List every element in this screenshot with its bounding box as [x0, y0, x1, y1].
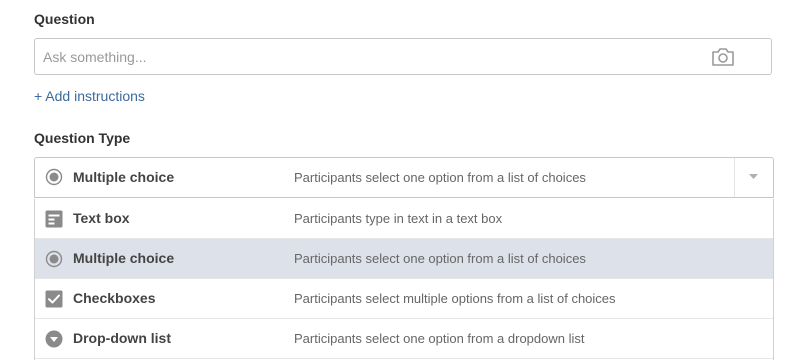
menu-item-label: Text box — [73, 210, 130, 226]
menu-item-checkboxes[interactable]: Checkboxes Participants select multiple … — [35, 279, 773, 319]
menu-item-description: Participants select multiple options fro… — [294, 291, 616, 306]
menu-item-label: Checkboxes — [73, 290, 156, 306]
radio-icon — [45, 250, 63, 268]
caret-down-icon — [749, 174, 758, 179]
text-box-icon — [45, 210, 63, 228]
selected-type-description: Participants select one option from a li… — [294, 170, 586, 185]
dropdown-toggle[interactable] — [734, 158, 773, 197]
question-label: Question — [34, 11, 95, 27]
dropdown-icon — [45, 330, 63, 348]
menu-item-description: Participants type in text in a text box — [294, 211, 503, 226]
selected-type-label: Multiple choice — [73, 169, 175, 185]
menu-item-description: Participants select one option from a li… — [294, 251, 586, 266]
question-field[interactable] — [34, 38, 772, 75]
question-type-label: Question Type — [34, 130, 131, 146]
checkbox-icon — [45, 290, 63, 308]
menu-item-label: Multiple choice — [73, 250, 175, 266]
menu-item-label: Drop-down list — [73, 330, 171, 346]
menu-item-drop-down-list[interactable]: Drop-down list Participants select one o… — [35, 319, 773, 359]
question-input[interactable] — [43, 39, 703, 74]
camera-icon[interactable] — [711, 47, 735, 67]
add-instructions-link[interactable]: + Add instructions — [34, 88, 145, 104]
question-type-menu: Text box Participants type in text in a … — [34, 199, 774, 360]
menu-item-text-box[interactable]: Text box Participants type in text in a … — [35, 199, 773, 239]
menu-item-description: Participants select one option from a dr… — [294, 331, 585, 346]
menu-item-multiple-choice[interactable]: Multiple choice Participants select one … — [35, 239, 773, 279]
question-type-select[interactable]: Multiple choice Participants select one … — [34, 157, 774, 198]
radio-icon — [45, 168, 63, 186]
